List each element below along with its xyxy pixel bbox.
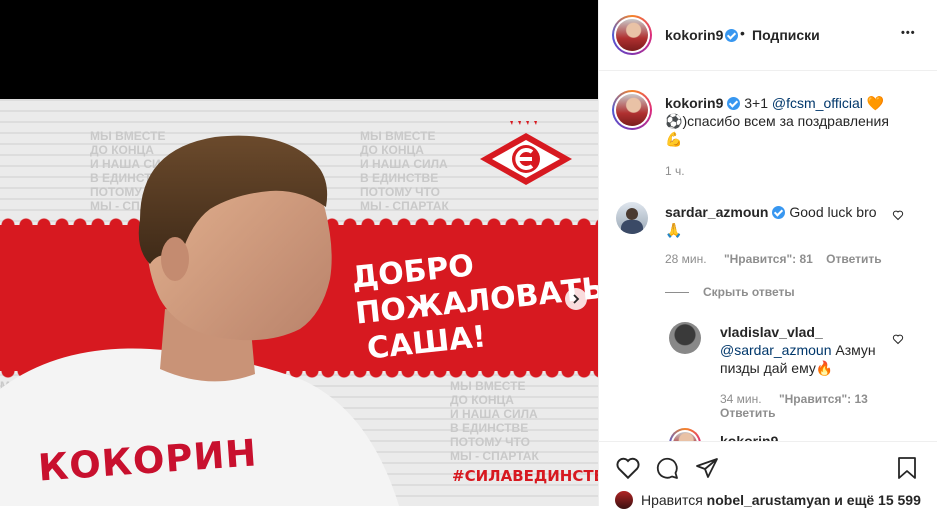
heart-icon[interactable] [892,333,904,345]
following-button[interactable]: Подписки [752,27,820,43]
avatar[interactable] [612,90,652,130]
likes-summary: Нравится nobel_arustamyan и ещё 15 599 [615,491,921,509]
hide-replies-button[interactable]: Скрыть ответы [665,285,795,299]
verified-icon [772,206,786,219]
comment-meta: 34 мин. "Нравится": 13 Ответить [720,392,868,420]
more-icon[interactable]: ••• [901,27,916,39]
avatar[interactable] [669,428,701,441]
heart-icon[interactable] [615,456,641,480]
emoji: ⚽ [665,113,683,129]
bookmark-icon[interactable] [896,456,918,480]
comment-username[interactable]: sardar_azmoun [665,204,768,220]
emoji: 🙏 [665,222,683,238]
post-media[interactable]: МЫ ВМЕСТЕ ДО КОНЦА И НАША СИЛА В ЕДИНСТВ… [0,0,598,506]
comments-list[interactable]: kokorin9 3+1 @fcsm_official 🧡 ⚽)спасибо … [599,71,937,441]
chevron-right-icon [573,294,580,304]
reply-button[interactable]: Ответить [826,252,881,266]
comment-username[interactable]: kokorin9 [720,433,778,441]
caption-text: kokorin9 3+1 @fcsm_official 🧡 ⚽)спасибо … [665,94,925,148]
comment-text: vladislav_vlad_ @sardar_azmoun Азмун пиз… [720,323,890,377]
wall-slogan: МЫ ВМЕСТЕ ДО КОНЦА И НАША СИЛА В ЕДИНСТВ… [450,379,539,463]
caption-time[interactable]: 1 ч. [665,164,685,178]
post-hashtag: #СИЛАВЕДИНСТВЕ [452,467,598,485]
comment-icon[interactable] [655,456,679,480]
verified-icon [727,97,741,110]
avatar[interactable] [615,491,633,509]
action-bar: Нравится nobel_arustamyan и ещё 15 599 [599,441,937,509]
heart-icon[interactable] [892,209,904,221]
avatar[interactable] [669,322,701,354]
media-letterbox-top [0,0,598,99]
emoji: 🧡 [866,95,885,111]
caption-username[interactable]: kokorin9 [665,95,723,111]
comment-meta: 28 мин. "Нравится": 81 Ответить [665,252,882,266]
next-image-button[interactable] [565,288,587,310]
emoji: 🔥 [815,360,834,376]
spartak-logo [480,121,572,185]
comment-username[interactable]: vladislav_vlad_ [720,324,823,340]
caption-text-part: спасибо всем за поздравления [687,113,889,129]
comment-mention[interactable]: @sardar_azmoun [720,342,832,358]
share-icon[interactable] [695,456,719,480]
post-sidebar: kokorin9 • Подписки ••• kokorin9 3+1 @fc… [598,0,937,509]
header-username[interactable]: kokorin9 [665,27,723,43]
comment-likes[interactable]: "Нравится": 13 [779,392,868,406]
post-photo: МЫ ВМЕСТЕ ДО КОНЦА И НАША СИЛА В ЕДИНСТВ… [0,99,598,506]
header-separator: • [740,25,745,41]
avatar[interactable] [612,15,652,55]
comment-time[interactable]: 34 мин. [720,392,762,406]
comment-body: Good luck bro [789,204,877,220]
caption-mention[interactable]: @fcsm_official [772,95,863,111]
emoji: 💪 [665,131,683,147]
hide-replies-label: Скрыть ответы [703,285,795,299]
reply-button[interactable]: Ответить [720,406,775,420]
comment-likes[interactable]: "Нравится": 81 [724,252,813,266]
comment-time[interactable]: 28 мин. [665,252,707,266]
post-header: kokorin9 • Подписки ••• [599,0,937,71]
verified-icon [725,29,738,42]
avatar[interactable] [616,202,648,234]
comment-text: sardar_azmoun Good luck bro 🙏 [665,203,895,239]
caption-text-part: 3+1 [744,95,772,111]
